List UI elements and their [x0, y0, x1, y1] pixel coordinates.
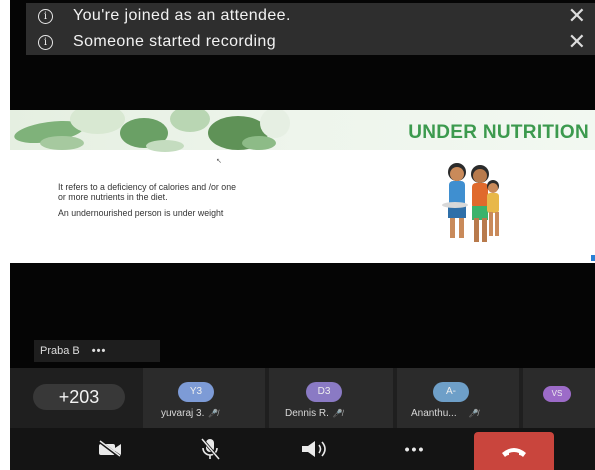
- avatar: D3: [306, 382, 342, 402]
- muted-mic-icon: 🎤̸: [332, 409, 343, 418]
- speaker-icon: [302, 441, 326, 457]
- participant-tile[interactable]: VS: [523, 368, 595, 428]
- mic-off-icon: [200, 438, 221, 460]
- slide-text-line: An undernourished person is under weight: [58, 208, 224, 218]
- participant-tile[interactable]: A- Ananthu... 🎤̸: [397, 368, 519, 428]
- end-call-button[interactable]: [474, 432, 554, 470]
- participant-name: Dennis R.: [285, 408, 329, 419]
- participant-tile[interactable]: Y3 yuvaraj 3. 🎤̸: [143, 368, 265, 428]
- participant-name: Ananthu...: [411, 408, 457, 419]
- slide-text-line: It refers to a deficiency of calories an…: [58, 182, 236, 192]
- close-icon[interactable]: ✕: [568, 5, 586, 27]
- hang-up-icon: [502, 448, 526, 457]
- notification-message: Someone started recording: [73, 33, 276, 50]
- muted-mic-icon: 🎤̸: [208, 409, 219, 418]
- notification-recording: i Someone started recording ✕: [26, 29, 595, 55]
- participant-count-button[interactable]: +203: [33, 384, 125, 410]
- more-options-button[interactable]: •••: [385, 428, 445, 470]
- pointer-icon: ↖: [216, 158, 222, 165]
- notification-message: You're joined as an attendee.: [73, 7, 291, 24]
- more-options-icon[interactable]: •••: [92, 345, 107, 357]
- avatar: Y3: [178, 382, 214, 402]
- info-icon: i: [38, 8, 53, 24]
- participant-name-row: Dennis R. 🎤̸: [285, 408, 343, 419]
- children-illustration: [442, 163, 499, 242]
- close-icon[interactable]: ✕: [568, 31, 586, 53]
- muted-mic-icon: 🎤̸: [468, 409, 479, 418]
- participant-name-row: Ananthu... 🎤̸: [411, 408, 479, 419]
- participant-tile[interactable]: D3 Dennis R. 🎤̸: [269, 368, 393, 428]
- presenter-name-tag[interactable]: Praba B •••: [34, 340, 160, 362]
- notification-joined: i You're joined as an attendee. ✕: [26, 3, 595, 29]
- participant-strip: +203 Y3 yuvaraj 3. 🎤̸ D3 Dennis R. 🎤̸ A- A…: [10, 368, 595, 428]
- slide-title: UNDER NUTRITION: [408, 122, 589, 143]
- meeting-stage: i You're joined as an attendee. ✕ i Some…: [10, 0, 595, 470]
- presenter-name: Praba B: [40, 345, 80, 357]
- participant-name-row: yuvaraj 3. 🎤̸: [161, 408, 218, 419]
- slide-text-line: or more nutrients in the diet.: [58, 192, 168, 202]
- avatar: A-: [433, 382, 469, 402]
- participant-name: yuvaraj 3.: [161, 408, 205, 419]
- avatar: VS: [543, 386, 571, 402]
- shared-slide: UNDER NUTRITION ↖ It refers to a deficie…: [10, 110, 595, 263]
- microphone-toggle-button[interactable]: [180, 428, 240, 470]
- call-control-bar: •••: [10, 428, 595, 470]
- info-icon: i: [38, 34, 53, 50]
- video-off-icon: [98, 440, 121, 458]
- speaker-button[interactable]: [285, 428, 345, 470]
- slide-corner-marker: [591, 255, 595, 261]
- video-toggle-button[interactable]: [80, 428, 140, 470]
